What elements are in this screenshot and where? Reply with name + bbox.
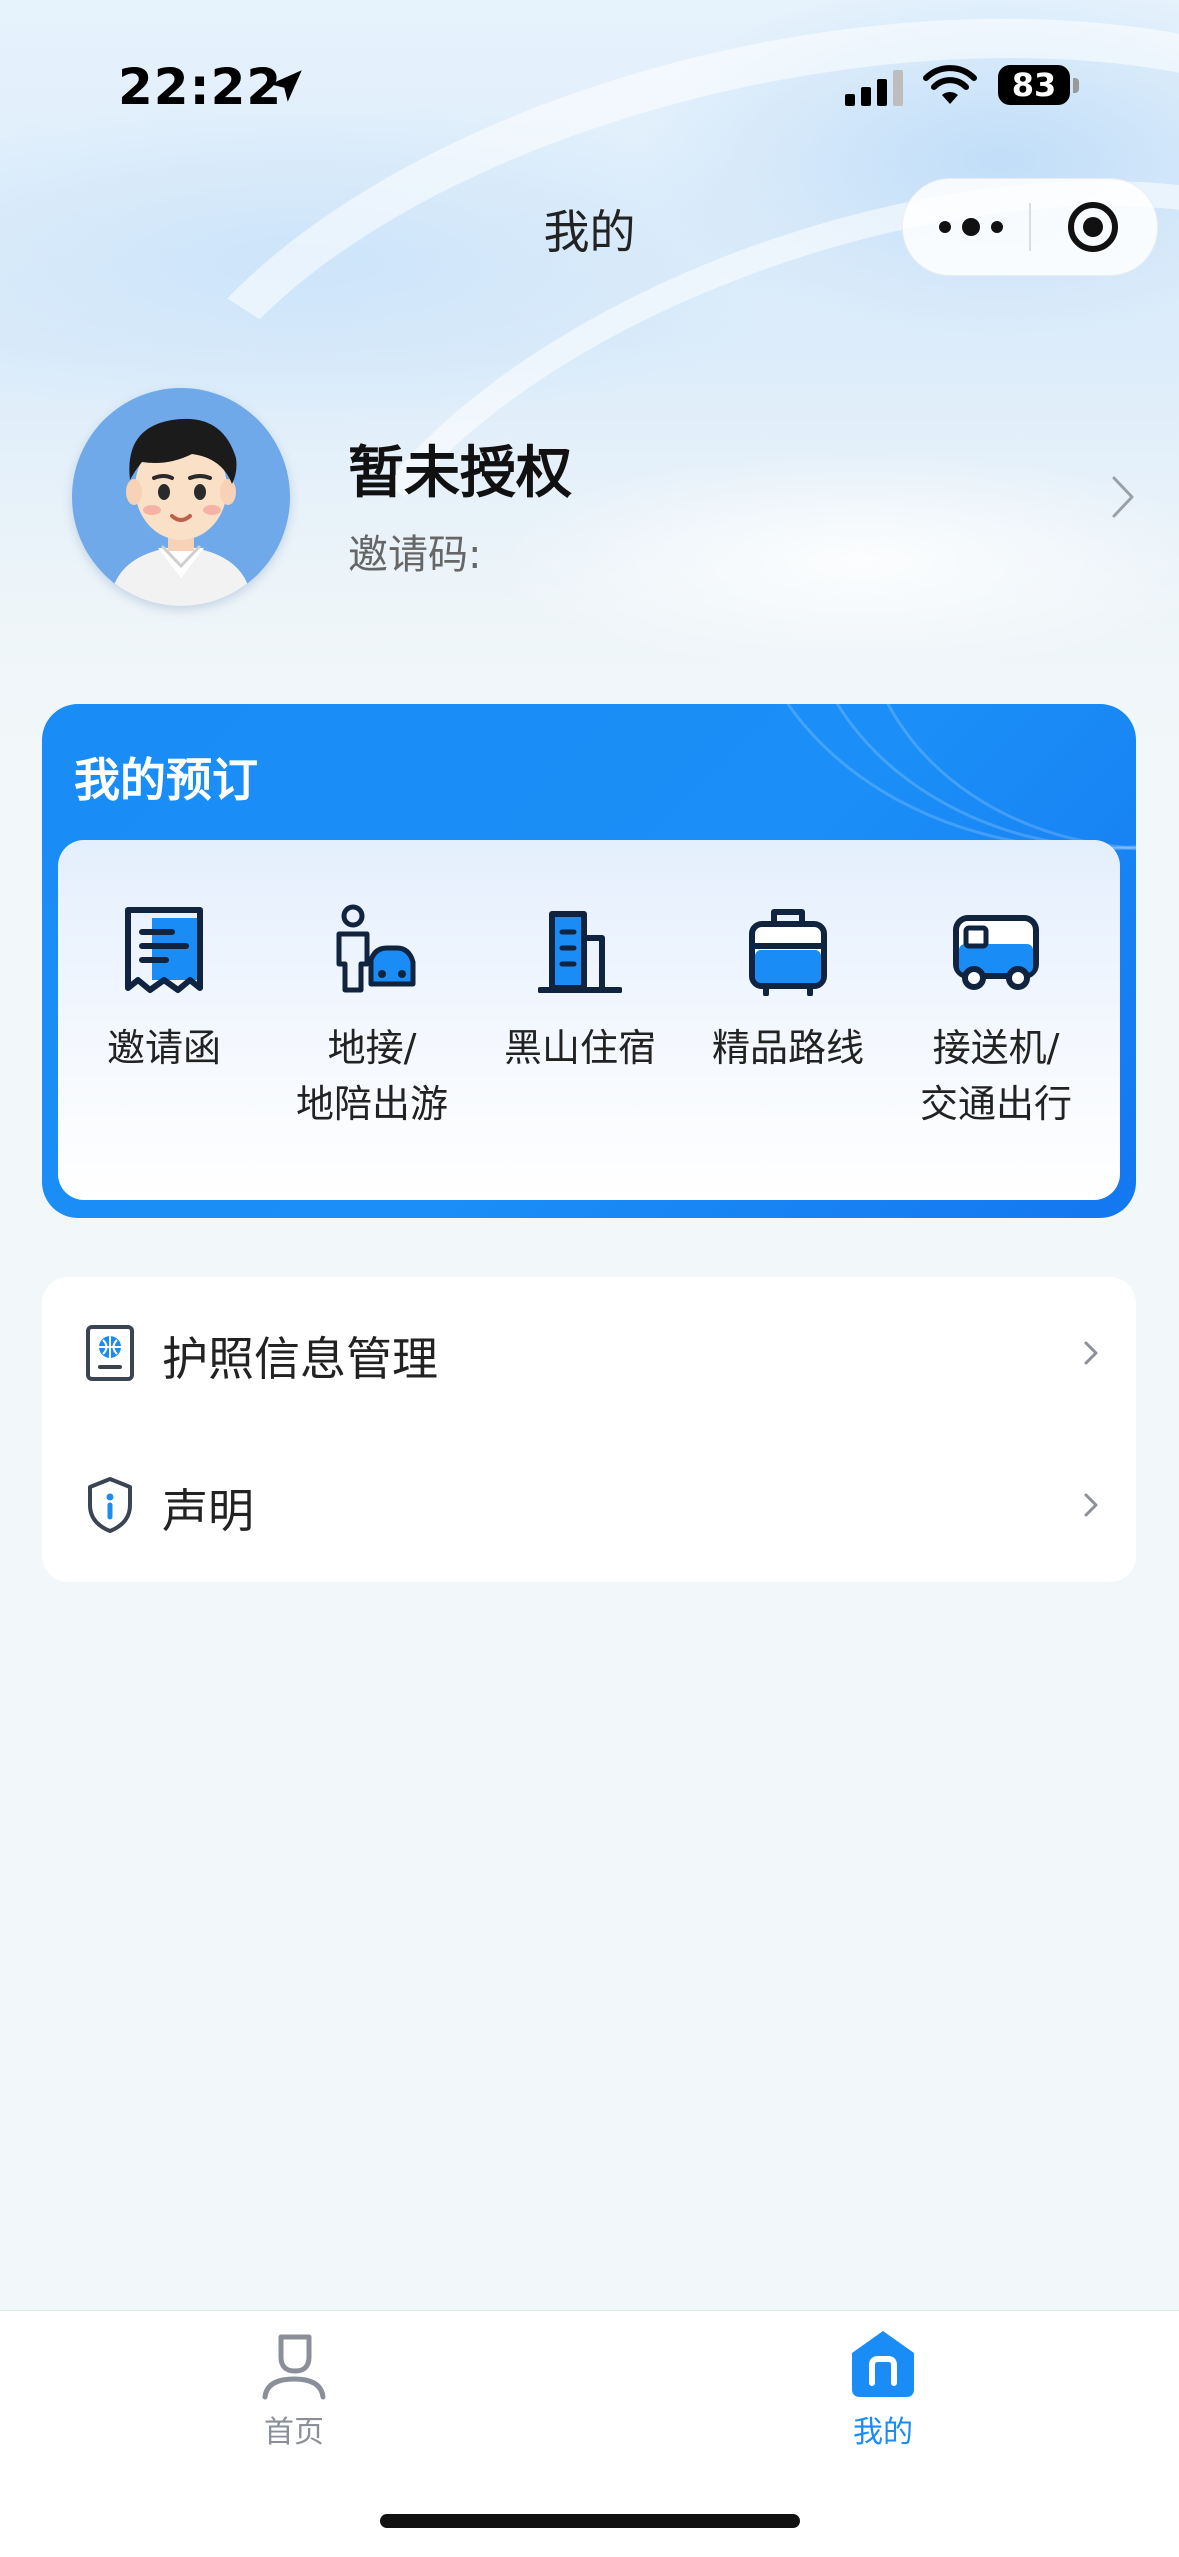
more-dots-icon[interactable] bbox=[935, 209, 1007, 245]
battery-level: 83 bbox=[998, 65, 1070, 105]
service-transfer[interactable]: 接送机/ 交通出行 bbox=[896, 840, 1096, 1200]
service-label: 地接/ 地陪出游 bbox=[295, 1026, 448, 1126]
suitcase-icon bbox=[749, 909, 827, 996]
hotel-building-icon bbox=[538, 911, 622, 993]
bookings-title: 我的预订 bbox=[74, 753, 258, 807]
close-target-icon[interactable] bbox=[1065, 199, 1121, 255]
service-label: 黑山住宿 bbox=[503, 1026, 656, 1070]
home-indicator bbox=[380, 2514, 800, 2528]
bookings-services-panel: 邀请函 地接/ 地陪出游 黑山住宿 精品路线 接送机/ 交通出行 bbox=[58, 840, 1120, 1200]
my-bookings-card: 我的预订 邀请函 地接/ 地陪出游 黑山住宿 精品路线 接送机/ 交通出行 bbox=[42, 704, 1136, 1218]
avatar[interactable] bbox=[72, 388, 290, 606]
capsule-divider bbox=[1029, 203, 1031, 251]
bus-icon bbox=[953, 915, 1039, 990]
home-person-icon bbox=[262, 2334, 326, 2400]
profile-name[interactable]: 暂未授权 bbox=[348, 428, 572, 509]
shield-info-icon bbox=[88, 1477, 132, 1533]
menu-item-label: 护照信息管理 bbox=[162, 1332, 438, 1386]
service-invitation[interactable]: 邀请函 bbox=[64, 840, 264, 1200]
menu-item-statement[interactable]: 声明 bbox=[42, 1429, 1136, 1581]
invite-code-row: 邀请码: bbox=[348, 522, 481, 580]
menu-item-label: 声明 bbox=[162, 1484, 254, 1538]
chevron-right-icon bbox=[1084, 1493, 1098, 1517]
miniprogram-capsule bbox=[902, 178, 1158, 276]
wifi-icon bbox=[923, 65, 977, 104]
service-label: 邀请函 bbox=[106, 1026, 221, 1070]
service-accommodation[interactable]: 黑山住宿 bbox=[480, 840, 680, 1200]
settings-menu: 护照信息管理 声明 bbox=[42, 1277, 1136, 1582]
tab-home[interactable]: 首页 bbox=[144, 2311, 444, 2461]
chevron-right-icon bbox=[1084, 1341, 1098, 1365]
tab-label: 首页 bbox=[264, 2415, 324, 2450]
battery-tip bbox=[1073, 78, 1079, 93]
service-label: 精品路线 bbox=[711, 1026, 864, 1070]
avatar-cartoon-icon bbox=[110, 418, 252, 606]
mine-house-icon bbox=[852, 2331, 914, 2397]
passport-icon bbox=[86, 1325, 134, 1381]
chevron-right-icon[interactable] bbox=[1110, 474, 1136, 520]
invite-code-label: 邀请码: bbox=[348, 532, 482, 578]
service-local-guide[interactable]: 地接/ 地陪出游 bbox=[272, 840, 472, 1200]
guide-person-car-icon bbox=[336, 904, 416, 993]
cell-signal-icon bbox=[845, 70, 903, 106]
status-time: 22:22 bbox=[118, 58, 283, 116]
service-label: 接送机/ 交通出行 bbox=[919, 1026, 1072, 1126]
tab-label: 我的 bbox=[853, 2415, 913, 2450]
invitation-receipt-icon bbox=[125, 907, 203, 993]
location-arrow-icon bbox=[270, 70, 302, 102]
menu-item-passport[interactable]: 护照信息管理 bbox=[42, 1277, 1136, 1429]
service-premium-routes[interactable]: 精品路线 bbox=[688, 840, 888, 1200]
tab-mine[interactable]: 我的 bbox=[733, 2311, 1033, 2461]
